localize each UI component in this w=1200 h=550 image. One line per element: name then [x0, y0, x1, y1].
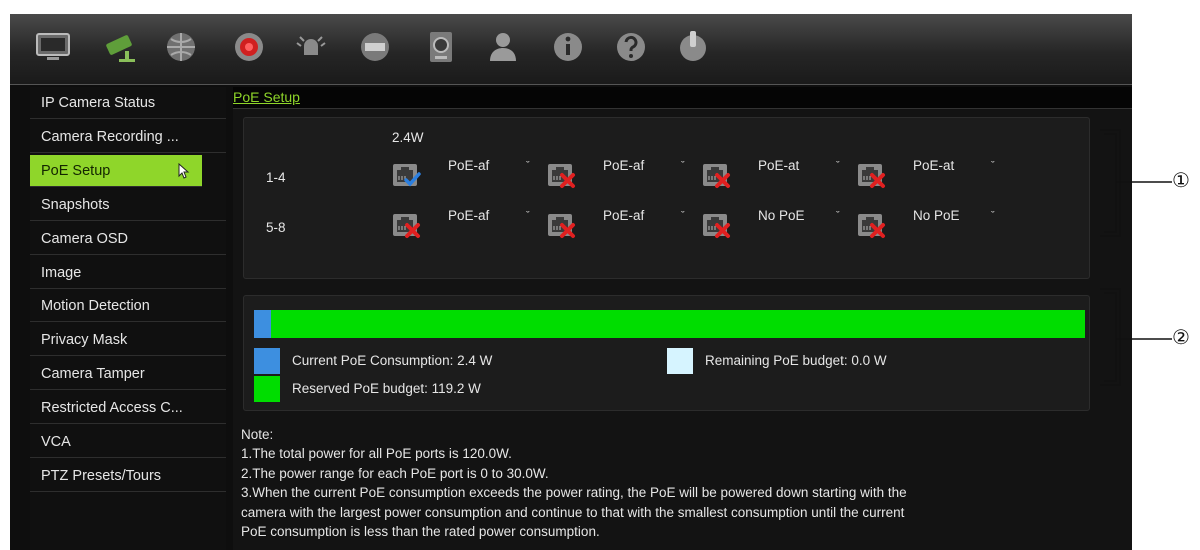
sidebar-item-label: Restricted Access C... — [41, 400, 183, 417]
port-group-label: 1-4 — [266, 170, 286, 185]
reserved-budget-fill — [271, 310, 1085, 338]
callout-line-1 — [1116, 181, 1172, 183]
poe-mode-select[interactable]: PoE-af — [603, 208, 644, 223]
sidebar-item-camera-osd[interactable]: Camera OSD — [30, 223, 226, 255]
callout-line-2 — [1116, 338, 1172, 340]
note-line: 2.The power range for each PoE port is 0… — [241, 465, 549, 481]
chevron-down-icon[interactable]: ˇ — [681, 160, 685, 172]
reserved-budget-swatch — [254, 376, 280, 402]
sidebar-item-snapshots[interactable]: Snapshots — [30, 189, 226, 221]
current-consumption-label: Current PoE Consumption: 2.4 W — [292, 353, 493, 368]
port-power-reading: 2.4W — [392, 130, 424, 145]
breadcrumb[interactable]: PoE Setup — [233, 89, 300, 105]
poe-mode-select[interactable]: PoE-at — [758, 158, 799, 173]
record-icon[interactable] — [226, 24, 272, 70]
poe-mode-select[interactable]: PoE-af — [603, 158, 644, 173]
info-icon[interactable] — [545, 24, 591, 70]
sidebar-item-vca[interactable]: VCA — [30, 426, 226, 458]
storage-icon[interactable] — [418, 24, 464, 70]
sidebar-item-label: Camera Tamper — [41, 366, 145, 383]
port-disconnected-icon — [702, 160, 732, 190]
remaining-budget-label: Remaining PoE budget: 0.0 W — [705, 353, 887, 368]
poe-ports-panel: 2.4W 1-4 PoE-af ˇ PoE-af ˇ PoE-at ˇ PoE-at ˇ 5-8 P… — [243, 117, 1090, 279]
port-disconnected-icon — [702, 210, 732, 240]
port-disconnected-icon — [547, 160, 577, 190]
sidebar-item-ptz-presets-tours[interactable]: PTZ Presets/Tours — [30, 460, 226, 492]
note-title: Note: — [241, 427, 274, 442]
nvr-screen: IP Camera Status Camera Recording ... PoE … — [10, 14, 1132, 550]
sidebar-item-privacy-mask[interactable]: Privacy Mask — [30, 324, 226, 357]
remaining-budget-swatch — [667, 348, 693, 374]
main-toolbar — [10, 14, 1132, 85]
sidebar-item-label: PoE Setup — [41, 162, 111, 179]
chevron-down-icon[interactable]: ˇ — [991, 160, 995, 172]
chevron-down-icon[interactable]: ˇ — [991, 210, 995, 222]
port-connected-icon — [392, 160, 422, 190]
power-icon[interactable] — [670, 24, 716, 70]
note-line: PoE consumption is less than the rated p… — [241, 524, 600, 539]
note-line: 1.The total power for all PoE ports is 1… — [241, 446, 512, 461]
chevron-down-icon[interactable]: ˇ — [681, 210, 685, 222]
current-consumption-swatch — [254, 348, 280, 374]
mouse-cursor-icon — [178, 162, 190, 179]
monitor-icon[interactable] — [30, 24, 76, 70]
help-icon[interactable] — [608, 24, 654, 70]
sidebar-item-label: PTZ Presets/Tours — [41, 467, 162, 484]
sidebar-item-ip-camera-status[interactable]: IP Camera Status — [30, 87, 226, 119]
note-line: 3.When the current PoE consumption excee… — [241, 485, 907, 500]
sidebar-item-label: Motion Detection — [41, 298, 150, 315]
sidebar-item-camera-tamper[interactable]: Camera Tamper — [30, 358, 226, 391]
sidebar-item-label: Image — [41, 264, 82, 281]
poe-mode-select[interactable]: PoE-at — [913, 158, 954, 173]
sidebar-item-label: Snapshots — [41, 196, 110, 213]
sidebar-item-image[interactable]: Image — [30, 257, 226, 289]
device-icon[interactable] — [352, 24, 398, 70]
poe-mode-select[interactable]: No PoE — [758, 208, 805, 223]
sidebar-item-motion-detection[interactable]: Motion Detection — [30, 290, 226, 323]
callout-number-2: ② — [1172, 325, 1190, 349]
poe-mode-select[interactable]: PoE-af — [448, 208, 489, 223]
current-consumption-fill — [254, 310, 271, 338]
sidebar-item-restricted-access-c[interactable]: Restricted Access C... — [30, 392, 226, 425]
chevron-down-icon[interactable]: ˇ — [526, 160, 530, 172]
port-disconnected-icon — [392, 210, 422, 240]
camera-icon[interactable] — [98, 24, 144, 70]
chevron-down-icon[interactable]: ˇ — [836, 160, 840, 172]
poe-budget-panel: Current PoE Consumption: 2.4 W Remaining… — [243, 295, 1090, 411]
alarm-icon[interactable] — [288, 24, 334, 70]
port-group-label: 5-8 — [266, 220, 286, 235]
network-icon[interactable] — [158, 24, 204, 70]
sidebar-item-label: Privacy Mask — [41, 332, 128, 349]
chevron-down-icon[interactable]: ˇ — [836, 210, 840, 222]
sidebar-item-label: Camera OSD — [41, 230, 129, 247]
poe-setup-panel: PoE Setup 2.4W 1-4 PoE-af ˇ PoE-af ˇ PoE-at ˇ P… — [233, 87, 1132, 550]
poe-budget-bar — [254, 310, 1085, 338]
port-disconnected-icon — [857, 210, 887, 240]
port-disconnected-icon — [547, 210, 577, 240]
reserved-budget-label: Reserved PoE budget: 119.2 W — [292, 381, 481, 396]
chevron-down-icon[interactable]: ˇ — [526, 210, 530, 222]
poe-mode-select[interactable]: PoE-af — [448, 158, 489, 173]
sidebar-item-label: VCA — [41, 434, 71, 450]
sidebar-menu: IP Camera Status Camera Recording ... PoE … — [30, 87, 226, 550]
sidebar-item-label: IP Camera Status — [41, 95, 156, 111]
poe-mode-select[interactable]: No PoE — [913, 208, 960, 223]
breadcrumb-bar: PoE Setup — [233, 87, 1132, 109]
user-icon[interactable] — [480, 24, 526, 70]
note-line: camera with the largest power consumptio… — [241, 504, 905, 520]
sidebar-item-camera-recording[interactable]: Camera Recording ... — [30, 121, 226, 153]
sidebar-item-label: Camera Recording ... — [41, 128, 179, 145]
port-disconnected-icon — [857, 160, 887, 190]
note-section: Note: 1.The total power for all PoE port… — [233, 427, 1132, 550]
callout-number-1: ① — [1172, 168, 1190, 192]
sidebar-item-poe-setup[interactable]: PoE Setup — [30, 154, 202, 187]
